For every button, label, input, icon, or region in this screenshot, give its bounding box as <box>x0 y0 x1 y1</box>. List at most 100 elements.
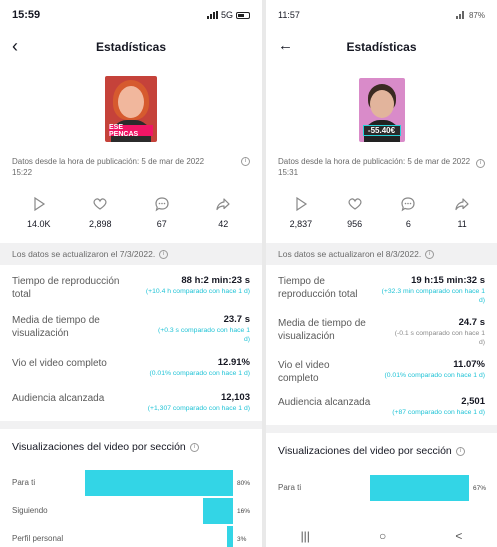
engagement-stats: 14.0K 2,898 67 42 <box>0 196 262 229</box>
data-updated-text: Los datos se actualizaron el 7/3/2022. <box>12 249 156 259</box>
metric-compare: (+10.4 h comparado con hace 1 d) <box>145 288 250 295</box>
stat-views: 14.0K <box>8 196 70 229</box>
info-icon[interactable]: i <box>455 446 465 456</box>
thumbnail-caption: -55.40€ <box>362 125 401 136</box>
metric-values: 2,501 (+87 comparado con hace 1 d) <box>377 396 485 417</box>
bar-label: Perfil personal <box>12 534 64 543</box>
page-header: ← Estadísticas <box>266 30 497 64</box>
android-nav-bar: ||| ○ < <box>266 525 497 547</box>
stat-shares: 11 <box>435 196 489 229</box>
stat-shares: 42 <box>193 196 255 229</box>
bar-percent: 16% <box>237 508 251 515</box>
stat-likes: 2,898 <box>70 196 132 229</box>
page-header: ‹ Estadísticas <box>0 30 262 64</box>
bar-percent: 67% <box>473 485 487 492</box>
metric-values: 12,103 (+1,307 comparado con hace 1 d) <box>129 392 250 413</box>
bar-row: Para ti 67% <box>266 475 497 501</box>
play-icon <box>34 196 45 212</box>
metric-compare: (+32.3 min comparado con hace 1 d) <box>381 288 485 304</box>
metric-label: Tiempo de reproducción total <box>278 276 358 300</box>
section-views-title: Visualizaciones del video por sección i <box>0 441 262 453</box>
bar-percent: 3% <box>237 536 247 543</box>
bar-label: Para ti <box>278 483 302 492</box>
metric-value: 12,103 <box>220 392 250 403</box>
bar-row: Perfil personal 3% <box>0 526 262 547</box>
heart-icon <box>348 198 362 210</box>
stat-views: 2,837 <box>274 196 328 229</box>
metric-label: Vio el video completo <box>12 358 107 369</box>
page-title: Estadísticas <box>95 40 167 54</box>
section-bars: Para ti 80% Siguiendo 16% Perfil persona… <box>0 470 262 547</box>
metric-compare: (+87 comparado con hace 1 d) <box>392 409 485 416</box>
home-button[interactable]: ○ <box>379 529 386 543</box>
metric-value: 11.07% <box>453 359 485 370</box>
left-phone-screen: 15:59 5G ‹ Estadísticas ESE PENCAS Datos… <box>0 0 262 547</box>
publish-date-text: Datos desde la hora de publicación: 5 de… <box>278 157 471 177</box>
metric-label: Audiencia alcanzada <box>12 393 105 404</box>
shares-count: 42 <box>218 219 229 229</box>
chevron-left-icon[interactable]: ‹ <box>12 37 18 55</box>
right-phone-screen: 11:57 87% ← Estadísticas -55.40€ Datos d… <box>266 0 497 547</box>
stat-likes: 956 <box>328 196 382 229</box>
shares-count: 11 <box>457 219 467 229</box>
info-icon[interactable]: i <box>159 249 169 259</box>
signal-icon <box>455 11 464 19</box>
metric-value: 23.7 s <box>223 314 250 325</box>
status-bar: 15:59 5G <box>0 0 262 30</box>
metric-values: 24.7 s (-0.1 s comparado con hace 1 d) <box>390 317 485 347</box>
metric-label: Audiencia alcanzada <box>278 397 371 408</box>
recent-apps-button[interactable]: ||| <box>301 529 310 543</box>
status-time: 15:59 <box>12 9 41 21</box>
bar-label: Siguiendo <box>12 506 48 515</box>
metric-compare: (+1,307 comparado con hace 1 d) <box>147 405 250 412</box>
section-divider <box>266 425 497 433</box>
info-icon[interactable]: i <box>476 159 485 168</box>
bar-percent: 80% <box>237 480 251 487</box>
metric-total-watch-time: Tiempo de reproducción total 19 h:15 min… <box>266 275 497 305</box>
metric-values: 11.07% (0.01% comparado con hace 1 d) <box>367 359 485 385</box>
engagement-stats: 2,837 956 6 11 <box>266 196 497 229</box>
data-updated-banner: Los datos se actualizaron el 7/3/2022. i <box>0 243 262 265</box>
metric-value: 88 h:2 min:23 s <box>181 275 250 286</box>
arrow-left-icon[interactable]: ← <box>278 37 293 55</box>
metric-values: 19 h:15 min:32 s (+32.3 min comparado co… <box>377 275 485 305</box>
bar-fill <box>85 470 233 496</box>
comment-icon <box>401 197 415 212</box>
battery-icon <box>236 11 250 19</box>
metric-watched-full: Vio el video completo 12.91% (0.01% comp… <box>0 357 262 378</box>
likes-count: 2,898 <box>88 219 112 229</box>
bar-fill <box>227 526 233 547</box>
metric-label: Media de tiempo de visualización <box>278 318 366 342</box>
publish-date-text: Datos desde la hora de publicación: 5 de… <box>12 157 205 177</box>
bar-row: Siguiendo 16% <box>0 498 262 524</box>
video-thumbnail: -55.40€ <box>358 78 405 142</box>
back-button[interactable]: < <box>455 529 462 543</box>
data-updated-banner: Los datos se actualizaron el 8/3/2022. i <box>266 243 497 265</box>
comments-count: 6 <box>405 219 411 229</box>
bar-fill <box>203 498 233 524</box>
metric-value: 12.91% <box>217 357 250 368</box>
comments-count: 67 <box>156 219 167 229</box>
views-count: 2,837 <box>289 219 313 229</box>
section-views-title: Visualizaciones del video por sección i <box>266 445 497 457</box>
metric-avg-watch-time: Media de tiempo de visualización 23.7 s … <box>0 314 262 344</box>
status-indicators: 5G <box>206 10 250 20</box>
metric-label: Tiempo de reproducción total <box>12 276 120 300</box>
metric-compare: (0.01% comparado con hace 1 d) <box>149 370 250 377</box>
metric-avg-watch-time: Media de tiempo de visualización 24.7 s … <box>266 317 497 347</box>
metric-value: 2,501 <box>461 396 485 407</box>
battery-percent: 87% <box>468 10 485 20</box>
share-icon <box>455 198 469 211</box>
info-icon[interactable]: i <box>425 249 435 259</box>
info-icon[interactable]: i <box>241 157 250 166</box>
metric-values: 12.91% (0.01% comparado con hace 1 d) <box>129 357 250 378</box>
bar-row: Para ti 80% <box>0 470 262 496</box>
metric-reach: Audiencia alcanzada 12,103 (+1,307 compa… <box>0 392 262 413</box>
share-icon <box>216 198 230 211</box>
metric-reach: Audiencia alcanzada 2,501 (+87 comparado… <box>266 396 497 417</box>
metric-label: Vio el video completo <box>278 360 330 384</box>
info-icon[interactable]: i <box>189 442 199 452</box>
metric-values: 23.7 s (+0.3 s comparado con hace 1 d) <box>155 314 250 344</box>
metric-value: 19 h:15 min:32 s <box>411 275 485 286</box>
metric-compare: (0.01% comparado con hace 1 d) <box>384 372 485 379</box>
